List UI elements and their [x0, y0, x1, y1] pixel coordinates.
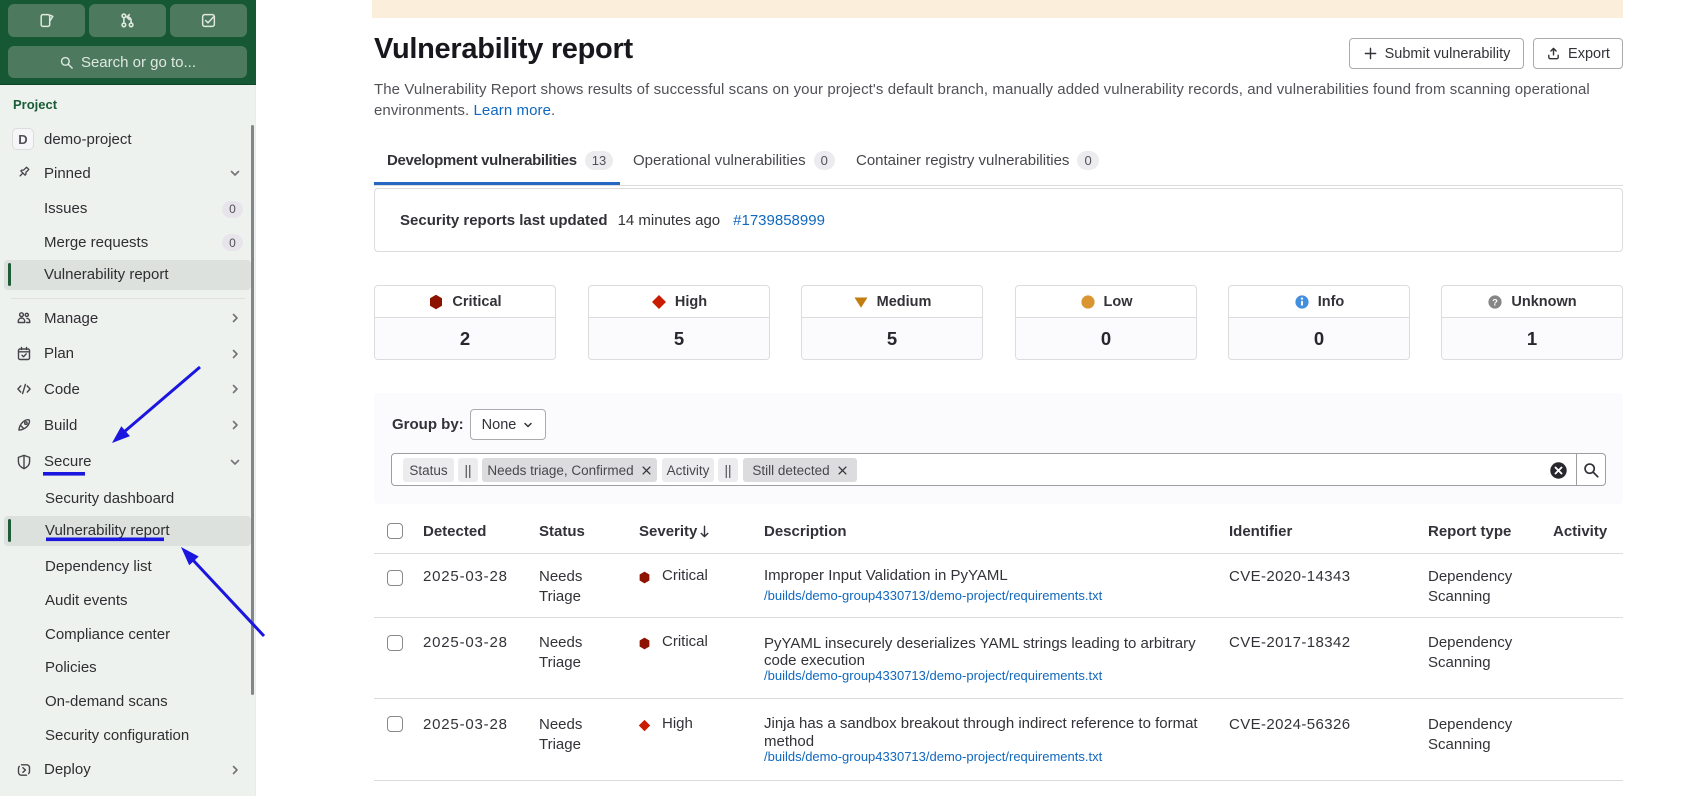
- svg-text:?: ?: [1492, 297, 1498, 308]
